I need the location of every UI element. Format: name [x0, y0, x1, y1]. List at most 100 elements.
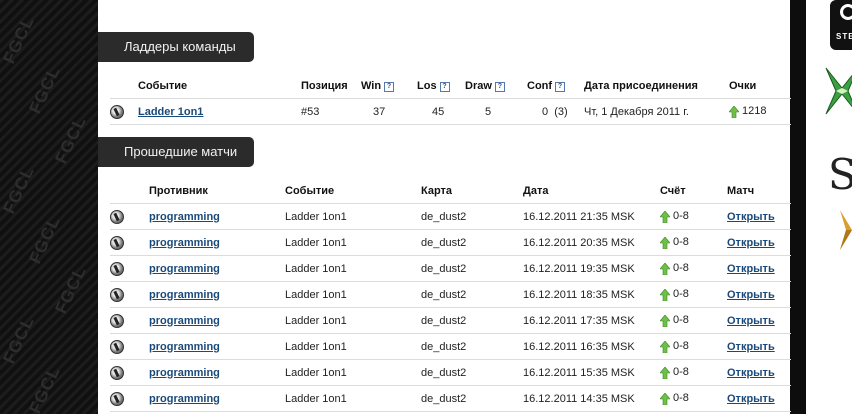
matches-section-header: Прошедшие матчи — [98, 137, 254, 167]
cs-game-icon — [110, 104, 124, 119]
match-map: de_dust2 — [421, 203, 523, 230]
match-map: de_dust2 — [421, 281, 523, 308]
match-map: de_dust2 — [421, 333, 523, 360]
opponent-link[interactable]: programming — [149, 393, 220, 405]
col-match: Матч — [727, 185, 755, 197]
watermark-logo: FGCL — [0, 12, 38, 67]
sponsor-arrow-logo-icon[interactable] — [838, 206, 852, 256]
watermark-logo: FGCL — [0, 162, 38, 217]
green-up-arrow-icon — [660, 340, 670, 353]
help-question-icon[interactable]: ? — [439, 82, 450, 92]
green-up-arrow-icon — [660, 262, 670, 275]
match-score: 0-8 — [660, 359, 727, 386]
open-match-link[interactable]: Открыть — [727, 289, 775, 301]
table-row: programming Ladder 1on1 de_dust2 16.12.2011… — [110, 229, 791, 256]
cs-game-icon — [110, 261, 124, 276]
open-match-link[interactable]: Открыть — [727, 237, 775, 249]
match-event: Ladder 1on1 — [285, 359, 421, 386]
match-score: 0-8 — [660, 255, 727, 282]
matches-table: Противник Событие Карта Дата Счёт Матч p… — [110, 179, 791, 412]
sponsor-x-logo-icon[interactable] — [822, 66, 852, 116]
col-position: Позиция — [301, 80, 348, 92]
ladder-event-link[interactable]: Ladder 1on1 — [138, 106, 203, 118]
match-score: 0-8 — [660, 229, 727, 256]
match-date: 16.12.2011 15:35 MSK — [523, 359, 660, 386]
open-match-link[interactable]: Открыть — [727, 341, 775, 353]
match-event: Ladder 1on1 — [285, 307, 421, 334]
open-match-link[interactable]: Открыть — [727, 367, 775, 379]
ladders-header-row: Событие Позиция Win? Los? Draw? Conf? Да… — [110, 74, 791, 99]
los-value: 45 — [417, 98, 465, 125]
cs-game-icon — [110, 313, 124, 328]
match-score: 0-8 — [660, 333, 727, 360]
match-date: 16.12.2011 17:35 MSK — [523, 307, 660, 334]
col-score: Счёт — [660, 185, 686, 197]
match-score: 0-8 — [660, 203, 727, 230]
table-row: programming Ladder 1on1 de_dust2 16.12.2011… — [110, 333, 791, 360]
steam-icon — [840, 4, 852, 20]
col-points: Очки — [729, 80, 757, 92]
ladders-table: Событие Позиция Win? Los? Draw? Conf? Да… — [110, 74, 791, 125]
table-row: programming Ladder 1on1 de_dust2 16.12.2011… — [110, 255, 791, 282]
cs-game-icon — [110, 287, 124, 302]
green-up-arrow-icon — [660, 210, 670, 223]
match-date: 16.12.2011 19:35 MSK — [523, 255, 660, 282]
ladders-section-header: Ладдеры команды — [98, 32, 254, 62]
opponent-link[interactable]: programming — [149, 367, 220, 379]
open-match-link[interactable]: Открыть — [727, 263, 775, 275]
opponent-link[interactable]: programming — [149, 289, 220, 301]
watermark-logo: FGCL — [0, 312, 38, 367]
open-match-link[interactable]: Открыть — [727, 211, 775, 223]
match-score: 0-8 — [660, 307, 727, 334]
col-joined: Дата присоединения — [584, 80, 698, 92]
help-question-icon[interactable]: ? — [555, 82, 566, 92]
green-up-arrow-icon — [660, 314, 670, 327]
col-draw: Draw? — [465, 74, 527, 99]
opponent-link[interactable]: programming — [149, 263, 220, 275]
help-question-icon[interactable]: ? — [384, 82, 395, 92]
watermark-logo: FGCL — [25, 362, 64, 414]
match-date: 16.12.2011 16:35 MSK — [523, 333, 660, 360]
cs-game-icon — [110, 391, 124, 406]
cs-game-icon — [110, 209, 124, 224]
opponent-link[interactable]: programming — [149, 237, 220, 249]
green-up-arrow-icon — [729, 105, 739, 118]
match-date: 16.12.2011 18:35 MSK — [523, 281, 660, 308]
sponsor-s-logo[interactable]: S — [828, 150, 852, 199]
match-map: de_dust2 — [421, 255, 523, 282]
help-question-icon[interactable]: ? — [494, 82, 505, 92]
match-date: 16.12.2011 14:35 MSK — [523, 385, 660, 412]
steam-label: STE — [836, 32, 852, 41]
opponent-link[interactable]: programming — [149, 315, 220, 327]
joined-value: Чт, 1 Декабря 2011 г. — [584, 98, 729, 125]
table-row: programming Ladder 1on1 de_dust2 16.12.2011… — [110, 281, 791, 308]
points-value: 1218 — [729, 98, 791, 125]
green-up-arrow-icon — [660, 392, 670, 405]
right-divider-strip — [790, 0, 806, 414]
watermark-logo: FGCL — [25, 62, 64, 117]
steam-banner[interactable]: STE — [830, 0, 852, 50]
position-value: #53 — [301, 98, 361, 125]
cs-game-icon — [110, 339, 124, 354]
opponent-link[interactable]: programming — [149, 211, 220, 223]
open-match-link[interactable]: Открыть — [727, 393, 775, 405]
col-conf: Conf? — [527, 74, 584, 99]
match-event: Ladder 1on1 — [285, 385, 421, 412]
opponent-link[interactable]: programming — [149, 341, 220, 353]
table-row: Ladder 1on1 #53 37 45 5 0 (3) Чт, 1 Дека… — [110, 98, 791, 125]
col-los: Los? — [417, 74, 465, 99]
match-map: de_dust2 — [421, 385, 523, 412]
table-row: programming Ladder 1on1 de_dust2 16.12.2011… — [110, 359, 791, 386]
match-score: 0-8 — [660, 385, 727, 412]
cs-game-icon — [110, 365, 124, 380]
green-up-arrow-icon — [660, 288, 670, 301]
sponsor-panel: STE S — [806, 0, 852, 414]
match-event: Ladder 1on1 — [285, 281, 421, 308]
col-date: Дата — [523, 185, 549, 197]
table-row: programming Ladder 1on1 de_dust2 16.12.2011… — [110, 385, 791, 412]
open-match-link[interactable]: Открыть — [727, 315, 775, 327]
match-map: de_dust2 — [421, 307, 523, 334]
match-event: Ladder 1on1 — [285, 203, 421, 230]
col-map: Карта — [421, 185, 453, 197]
cs-game-icon — [110, 235, 124, 250]
